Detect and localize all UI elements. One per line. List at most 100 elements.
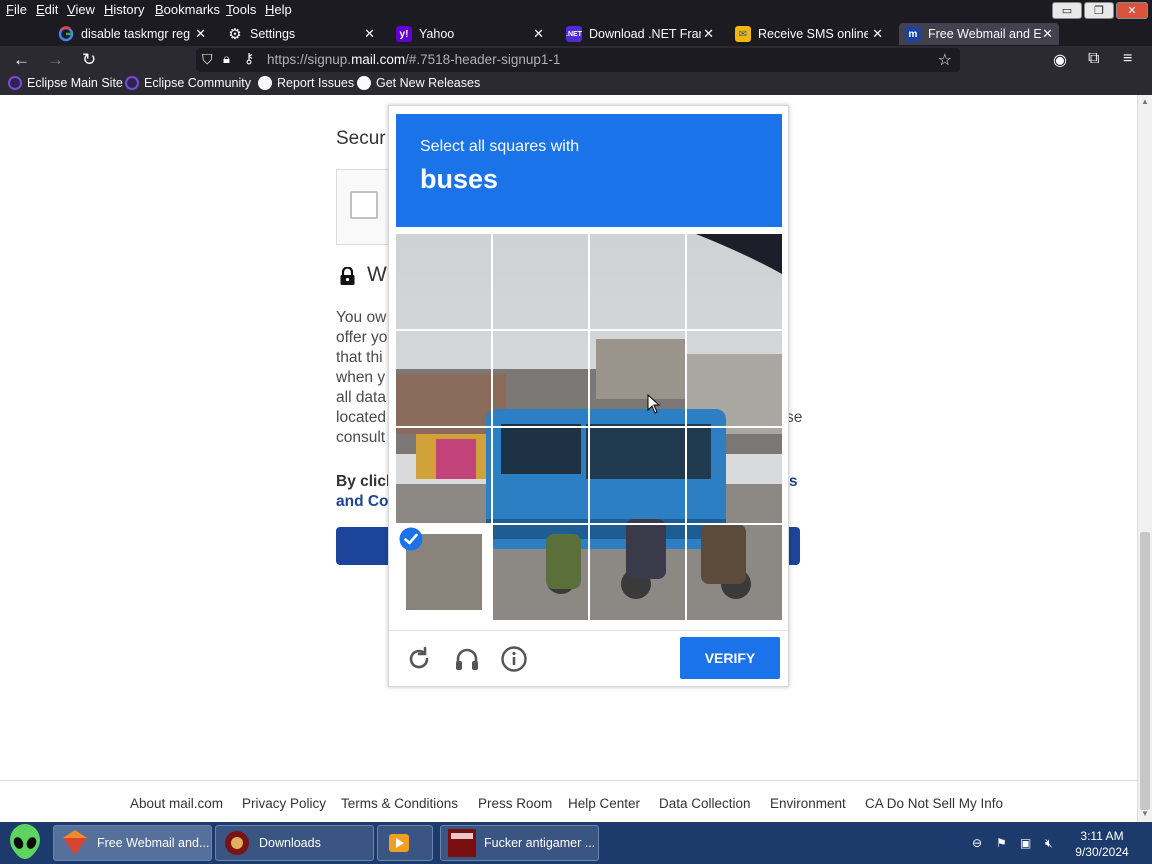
mouse-cursor-icon: [647, 394, 661, 414]
tray-network-icon[interactable]: ⊖: [972, 836, 986, 850]
captcha-tile[interactable]: [396, 234, 491, 329]
alien-start-icon[interactable]: [6, 823, 44, 864]
reload-icon[interactable]: ↻: [82, 50, 96, 70]
footer-link-ca-do-not-sell[interactable]: CA Do Not Sell My Info: [865, 796, 1003, 811]
key-icon[interactable]: ⚷: [244, 50, 254, 67]
lock-icon[interactable]: 🔒︎: [223, 51, 230, 67]
bookmark-star-icon[interactable]: ☆: [938, 50, 952, 70]
captcha-tile[interactable]: [687, 331, 782, 426]
refresh-icon[interactable]: [405, 645, 433, 673]
close-window-button[interactable]: ✕: [1116, 2, 1148, 19]
footer-link-about[interactable]: About mail.com: [130, 796, 223, 811]
shield-icon[interactable]: ⛉: [202, 51, 213, 68]
tab-yahoo[interactable]: y! Yahoo ✕: [396, 23, 544, 45]
captcha-tile[interactable]: [590, 331, 685, 426]
extensions-icon[interactable]: ⧉: [1088, 50, 1099, 68]
body-text-line: located: [336, 409, 386, 426]
captcha-image-grid: [396, 234, 782, 620]
taskbar-clock[interactable]: 3:11 AM 9/30/2024: [1072, 828, 1132, 860]
footer-link-privacy[interactable]: Privacy Policy: [242, 796, 326, 811]
tab-title: Yahoo: [419, 27, 455, 41]
sms-icon: ✉: [735, 26, 751, 42]
padlock-icon: [340, 267, 355, 285]
tab-dotnet[interactable]: .NET Download .NET Fram ✕: [566, 23, 714, 45]
captcha-tile[interactable]: [590, 234, 685, 329]
bookmark-report-issues[interactable]: Report Issues: [258, 76, 354, 90]
verify-button[interactable]: VERIFY: [680, 637, 780, 679]
account-icon[interactable]: ◉: [1053, 50, 1067, 70]
tab-free-webmail[interactable]: m Free Webmail and Em ✕: [899, 23, 1059, 45]
scroll-down-icon[interactable]: ▼: [1141, 809, 1149, 818]
bookmark-eclipse-community[interactable]: Eclipse Community: [125, 76, 251, 90]
captcha-tile[interactable]: [687, 525, 782, 620]
tray-volume-muted-icon[interactable]: 🔇︎: [1045, 836, 1059, 850]
captcha-tile[interactable]: [396, 428, 491, 523]
menu-history[interactable]: History: [104, 2, 144, 17]
address-bar[interactable]: ⛉ 🔒︎ ⚷ https://signup.mail.com/#.7518-he…: [196, 48, 960, 72]
mail-com-icon: m: [905, 26, 921, 42]
tab-close-icon[interactable]: ✕: [364, 26, 375, 42]
footer-link-press[interactable]: Press Room: [478, 796, 552, 811]
captcha-tile[interactable]: [687, 428, 782, 523]
captcha-checkbox[interactable]: [350, 191, 378, 219]
tab-close-icon[interactable]: ✕: [533, 26, 544, 42]
captcha-tile[interactable]: [590, 525, 685, 620]
captcha-tile[interactable]: [493, 331, 588, 426]
footer-link-environment[interactable]: Environment: [770, 796, 846, 811]
menu-view[interactable]: View: [67, 2, 95, 17]
tab-close-icon[interactable]: ✕: [703, 26, 714, 42]
headphones-icon[interactable]: [453, 645, 481, 673]
tab-title: Free Webmail and Em: [928, 27, 1042, 41]
tab-receive-sms[interactable]: ✉ Receive SMS online | ✕: [735, 23, 883, 45]
captcha-tile[interactable]: [590, 428, 685, 523]
menu-file[interactable]: File: [6, 2, 27, 17]
tab-title: Settings: [250, 27, 296, 41]
tab-disable-taskmgr[interactable]: disable taskmgr reg - ✕: [58, 23, 206, 45]
dotnet-icon: .NET: [566, 26, 582, 42]
menu-bookmarks[interactable]: Bookmarks: [155, 2, 220, 17]
taskbar-item-firefox[interactable]: Free Webmail and...: [53, 825, 212, 861]
captcha-tile[interactable]: [493, 234, 588, 329]
scrollbar-thumb[interactable]: [1140, 532, 1150, 810]
tray-display-icon[interactable]: ▣: [1020, 836, 1034, 850]
scroll-up-icon[interactable]: ▲: [1141, 97, 1149, 106]
terms-link-tail[interactable]: s: [789, 473, 798, 491]
github-icon: [258, 76, 272, 90]
back-arrow-icon[interactable]: ←: [13, 50, 30, 70]
footer-link-help[interactable]: Help Center: [568, 796, 640, 811]
gear-icon: ⚙: [228, 26, 242, 43]
menu-edit[interactable]: Edit: [36, 2, 58, 17]
captcha-tile[interactable]: [493, 428, 588, 523]
captcha-prompt: Select all squares with: [420, 138, 580, 155]
info-icon[interactable]: [500, 645, 528, 673]
page-scrollbar[interactable]: ▲ ▼: [1137, 95, 1152, 822]
captcha-tile[interactable]: [396, 331, 491, 426]
captcha-tile[interactable]: [493, 525, 588, 620]
captcha-tile[interactable]: [687, 234, 782, 329]
checkmark-icon: [399, 527, 423, 551]
footer-link-data-collection[interactable]: Data Collection: [659, 796, 751, 811]
tab-close-icon[interactable]: ✕: [1042, 26, 1053, 42]
url-text[interactable]: https://signup.mail.com/#.7518-header-si…: [267, 52, 560, 67]
tab-settings[interactable]: ⚙ Settings ✕: [227, 23, 375, 45]
footer-link-terms[interactable]: Terms & Conditions: [341, 796, 458, 811]
menu-help[interactable]: Help: [265, 2, 292, 17]
bookmark-eclipse-main[interactable]: Eclipse Main Site: [8, 76, 123, 90]
menu-hamburger-icon[interactable]: ≡: [1123, 50, 1132, 68]
tab-close-icon[interactable]: ✕: [872, 26, 883, 42]
minimize-button[interactable]: ▭: [1052, 2, 1082, 19]
page-footer: About mail.com Privacy Policy Terms & Co…: [0, 780, 1137, 822]
taskbar-item-antigamer[interactable]: Fucker antigamer ...: [440, 825, 599, 861]
tab-close-icon[interactable]: ✕: [195, 26, 206, 42]
media-player-icon: [389, 834, 409, 852]
terms-link[interactable]: and Co: [336, 493, 389, 511]
forward-arrow-icon[interactable]: →: [47, 50, 64, 70]
bookmark-get-new-releases[interactable]: Get New Releases: [357, 76, 480, 90]
tab-title: Receive SMS online |: [758, 27, 868, 41]
taskbar-item-downloads[interactable]: Downloads: [215, 825, 374, 861]
tab-title: disable taskmgr reg -: [81, 27, 191, 41]
menu-tools[interactable]: Tools: [226, 2, 256, 17]
tray-flag-icon[interactable]: ⚑: [996, 836, 1010, 850]
taskbar-item-media-player[interactable]: [377, 825, 433, 861]
restore-button[interactable]: ❐: [1084, 2, 1114, 19]
